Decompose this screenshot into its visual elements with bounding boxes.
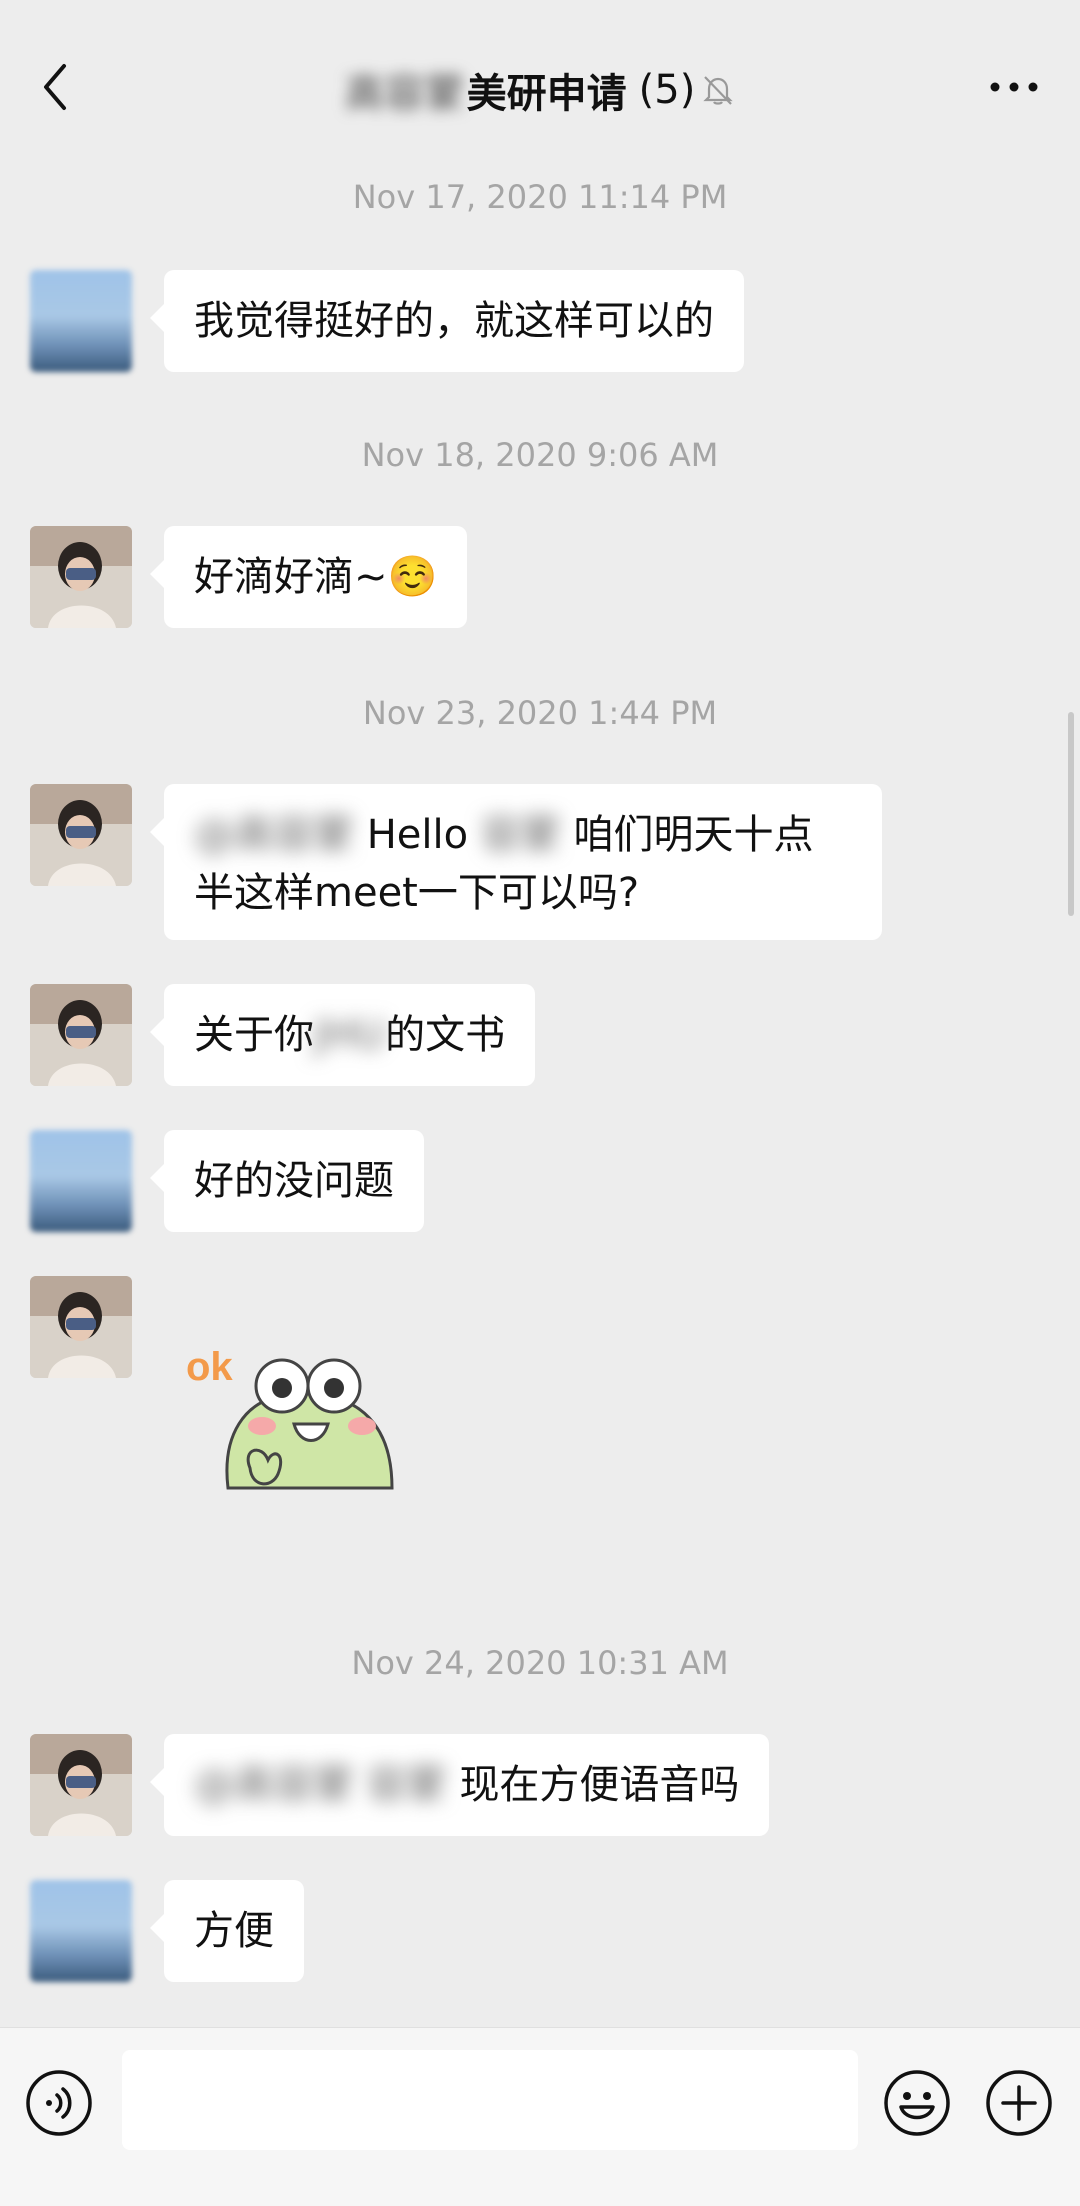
avatar-image <box>30 1276 132 1378</box>
avatar-image <box>30 784 132 886</box>
message-bubble[interactable]: 我觉得挺好的，就这样可以的 <box>150 270 744 372</box>
message-line: 半这样meet一下可以吗? <box>194 870 640 916</box>
avatar[interactable] <box>30 984 132 1086</box>
avatar-image <box>30 984 132 1086</box>
message-timestamp: Nov 23, 2020 1:44 PM <box>362 694 718 732</box>
avatar[interactable] <box>30 1276 132 1378</box>
message-text: Hello <box>354 812 481 858</box>
plus-circle-icon <box>986 2070 1052 2136</box>
message-bubble[interactable]: 好的没问题 <box>150 1130 424 1232</box>
message-line: @高容蒙 Hello 容蒙 咱们明天十点 <box>194 806 852 864</box>
message-text: 好的没问题 <box>194 1158 394 1204</box>
message-text: 方便 <box>194 1908 274 1954</box>
chat-title-blurred-prefix: 高容蒙 <box>344 71 465 117</box>
school-blurred: JHU <box>314 1012 386 1058</box>
bell-off-icon <box>701 73 735 107</box>
message-timestamp: Nov 24, 2020 10:31 AM <box>351 1644 729 1682</box>
avatar-image <box>30 526 132 628</box>
frog-sticker-image: ok <box>186 1345 394 1490</box>
message-bubble[interactable]: 方便 <box>150 1880 304 1982</box>
more-button[interactable] <box>984 62 1044 112</box>
message-input[interactable] <box>122 2050 858 2150</box>
message-bubble[interactable]: 关于你JHU的文书 <box>149 984 536 1086</box>
message-bubble[interactable]: @高容蒙 容蒙 现在方便语音吗 <box>149 1734 770 1836</box>
message-timestamp: Nov 17, 2020 11:14 PM <box>352 178 728 216</box>
input-bar <box>0 2027 1080 2206</box>
voice-icon <box>26 2070 92 2136</box>
scrollbar[interactable] <box>1068 712 1074 916</box>
message-timestamp: Nov 18, 2020 9:06 AM <box>361 436 719 474</box>
sticker-label: ok <box>186 1345 233 1389</box>
message-text: 的文书 <box>385 1012 506 1058</box>
emoji-button[interactable] <box>882 2068 952 2138</box>
emoji-icon <box>884 2070 950 2136</box>
message-bubble[interactable]: 好滴好滴~☺️ <box>149 526 468 628</box>
avatar[interactable] <box>30 1880 132 1982</box>
message-text: 我觉得挺好的，就这样可以的 <box>194 298 714 344</box>
avatar[interactable] <box>30 526 132 628</box>
message-text: 好滴好滴~☺️ <box>194 554 438 600</box>
more-functions-button[interactable] <box>984 2068 1054 2138</box>
message-text: 咱们明天十点 <box>560 812 814 858</box>
avatar[interactable] <box>30 1734 132 1836</box>
avatar[interactable] <box>30 1130 132 1232</box>
more-dots-icon <box>990 82 1038 92</box>
chat-title-text: 美研申请 <box>466 71 627 117</box>
message-text: 关于你 <box>194 1012 314 1058</box>
avatar[interactable] <box>30 270 132 372</box>
avatar-image <box>30 1734 132 1836</box>
member-count: (5) <box>638 67 696 113</box>
mention-blurred: @高容蒙 容蒙 <box>194 1762 460 1808</box>
chat-header: 高容蒙 美研申请 (5) <box>0 0 1080 150</box>
message-bubble[interactable]: @高容蒙 Hello 容蒙 咱们明天十点 半这样meet一下可以吗? <box>150 784 882 940</box>
name-blurred: 容蒙 <box>480 812 561 858</box>
voice-button[interactable] <box>24 2068 94 2138</box>
chat-title: 高容蒙 美研申请 (5) <box>0 58 1080 122</box>
frog-ok-sticker[interactable]: ok <box>182 1328 412 1508</box>
message-text: 现在方便语音吗 <box>459 1762 740 1808</box>
mention-blurred: @高容蒙 <box>194 812 354 858</box>
avatar[interactable] <box>30 784 132 886</box>
